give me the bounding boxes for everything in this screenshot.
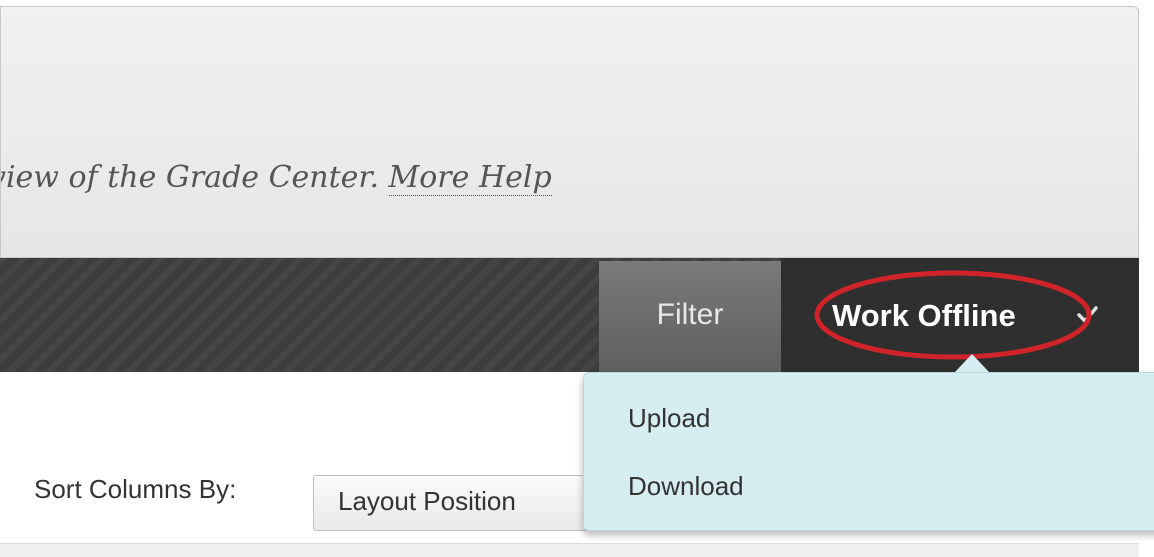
work-offline-label: Work Offline [832, 298, 1016, 333]
menu-item-download[interactable]: Download [628, 471, 744, 502]
work-offline-menu: Upload Download [583, 372, 1154, 531]
more-help-link[interactable]: More Help [388, 160, 552, 196]
chevron-down-icon [1077, 306, 1098, 323]
sort-columns-select[interactable]: Layout Position [313, 475, 603, 531]
dropdown-caret [955, 354, 989, 372]
help-description: view of the Grade Center. [1, 160, 389, 195]
sort-columns-label: Sort Columns By: [34, 474, 237, 504]
grade-grid-header-edge [0, 543, 1139, 557]
help-panel: view of the Grade Center. More Help [0, 6, 1139, 258]
help-text: view of the Grade Center. More Help [1, 160, 1140, 200]
grade-center-page: view of the Grade Center. More Help Filt… [0, 0, 1154, 557]
filter-button-label: Filter [656, 297, 724, 331]
filter-button[interactable]: Filter [599, 261, 781, 372]
menu-item-upload[interactable]: Upload [628, 403, 710, 434]
